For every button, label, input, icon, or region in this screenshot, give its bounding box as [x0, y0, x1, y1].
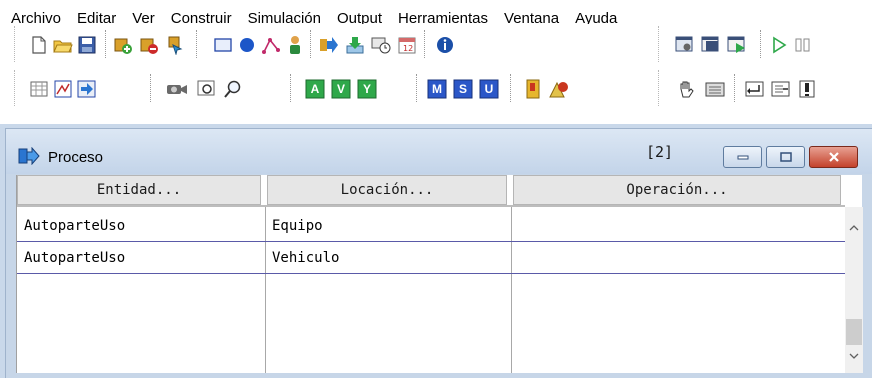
calendar-icon[interactable]: 12 — [396, 34, 418, 56]
remove-entity-icon[interactable] — [138, 34, 160, 56]
vertical-scrollbar[interactable] — [845, 207, 863, 373]
zoom-region-icon[interactable] — [196, 78, 218, 100]
circle-icon[interactable] — [236, 34, 258, 56]
window-icon[interactable] — [700, 34, 722, 56]
scroll-down-icon[interactable] — [845, 347, 863, 365]
letter-y-label: Y — [362, 82, 371, 96]
window-titlebar[interactable]: Proceso [2] — [6, 129, 872, 174]
maximize-icon — [779, 152, 792, 162]
book-icon[interactable] — [522, 78, 544, 100]
cell-operacion[interactable] — [511, 210, 845, 241]
add-entity-icon[interactable] — [112, 34, 134, 56]
close-icon — [828, 152, 839, 162]
settings-window-icon[interactable] — [674, 34, 696, 56]
record-count: [2] — [646, 143, 674, 161]
camera-icon[interactable] — [166, 78, 188, 100]
scroll-up-icon[interactable] — [845, 219, 863, 237]
rectangle-icon[interactable] — [212, 34, 234, 56]
letter-a-label: A — [310, 82, 320, 96]
shift-icon[interactable] — [370, 34, 392, 56]
entity-pointer-icon[interactable] — [164, 34, 186, 56]
new-document-icon[interactable] — [28, 34, 50, 56]
cell-locacion[interactable]: Equipo — [265, 210, 511, 241]
shapes-icon[interactable] — [548, 78, 570, 100]
column-header-entidad[interactable]: Entidad... — [17, 175, 261, 205]
download-icon[interactable] — [344, 34, 366, 56]
play-icon[interactable] — [768, 34, 790, 56]
letter-u-label: U — [484, 82, 494, 96]
hand-icon[interactable] — [676, 78, 698, 100]
toolbar-grip[interactable] — [14, 70, 16, 106]
info-icon[interactable] — [434, 34, 456, 56]
minimize-icon — [737, 155, 748, 160]
toolbar-grip[interactable] — [14, 26, 16, 62]
zoom-icon[interactable] — [222, 78, 244, 100]
import-icon[interactable] — [770, 78, 792, 100]
scroll-thumb[interactable] — [846, 319, 862, 345]
table-row[interactable]: AutoparteUso Equipo — [17, 210, 845, 242]
window-title: Proceso — [48, 149, 104, 166]
column-header-locacion[interactable]: Locación... — [267, 175, 507, 205]
cell-operacion[interactable] — [511, 242, 845, 273]
toolbar-main: 12 — [0, 24, 872, 66]
run-window-icon[interactable] — [726, 34, 748, 56]
routing-icon[interactable] — [76, 78, 98, 100]
pause-icon[interactable] — [792, 34, 814, 56]
arrival-icon[interactable] — [318, 34, 340, 56]
save-icon[interactable] — [76, 34, 98, 56]
letter-v-label: V — [336, 82, 345, 96]
process-window-icon — [18, 146, 40, 168]
cell-entidad[interactable]: AutoparteUso — [17, 210, 265, 241]
table-row[interactable]: AutoparteUso Vehiculo — [17, 242, 845, 274]
export-icon[interactable] — [796, 78, 818, 100]
resource-icon[interactable] — [284, 34, 306, 56]
open-folder-icon[interactable] — [52, 34, 74, 56]
grid-icon[interactable] — [28, 78, 50, 100]
path-icon[interactable] — [260, 34, 282, 56]
keyboard-icon[interactable] — [704, 78, 726, 100]
cell-locacion[interactable]: Vehiculo — [265, 242, 511, 273]
header-divider — [17, 205, 845, 207]
cell-entidad[interactable]: AutoparteUso — [17, 242, 265, 273]
process-table: Entidad... Locación... Operación... Auto… — [16, 175, 863, 373]
close-button[interactable] — [809, 146, 858, 168]
chart-icon[interactable] — [52, 78, 74, 100]
letter-s-label: S — [458, 82, 467, 96]
minimize-button[interactable] — [723, 146, 762, 168]
return-icon[interactable] — [744, 78, 766, 100]
svg-text:12: 12 — [403, 44, 413, 53]
restore-button[interactable] — [766, 146, 805, 168]
letter-m-label: M — [432, 82, 442, 96]
column-header-operacion[interactable]: Operación... — [513, 175, 841, 205]
